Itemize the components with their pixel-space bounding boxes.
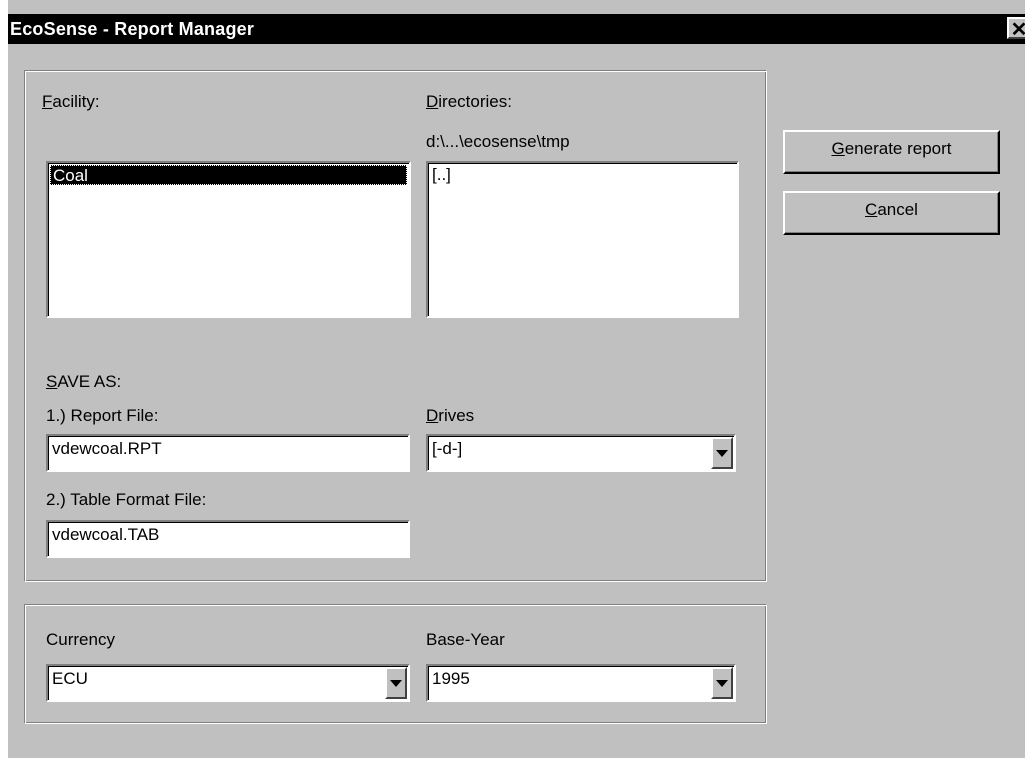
base-year-label: Base-Year [426,630,505,649]
close-button[interactable]: ✕ [1007,17,1025,41]
title-bar[interactable]: EcoSense - Report Manager ✕ [8,14,1025,44]
directories-label: Directories: [426,92,512,111]
chevron-down-icon [716,680,728,687]
currency-combo[interactable]: ECU [46,664,410,702]
facility-list[interactable]: Coal [46,161,411,318]
base-year-value: 1995 [432,669,470,688]
save-as-label: SAVE AS: [46,372,122,391]
directory-path: d:\...\ecosense\tmp [426,132,570,151]
close-icon: ✕ [1010,19,1025,41]
base-year-dropdown-button[interactable] [711,667,733,699]
table-format-file-value: vdewcoal.TAB [52,525,160,544]
drives-label: Drives [426,406,475,425]
cancel-label: Cancel [865,200,918,219]
window-title: EcoSense - Report Manager [10,19,255,39]
chevron-down-icon [716,450,728,457]
drives-value: [-d-] [432,439,463,458]
generate-report-label: Generate report [831,139,952,158]
facility-label: Facility: [42,92,100,111]
report-file-input[interactable]: vdewcoal.RPT [46,434,410,472]
directories-list[interactable]: [..] [426,161,739,318]
base-year-combo[interactable]: 1995 [426,664,736,702]
currency-dropdown-button[interactable] [385,667,407,699]
currency-label: Currency [46,630,115,649]
drives-dropdown-button[interactable] [711,437,733,469]
list-item[interactable]: Coal [50,165,407,185]
currency-value: ECU [52,669,88,688]
chevron-down-icon [390,680,402,687]
table-format-file-label: 2.) Table Format File: [46,490,207,509]
report-file-value: vdewcoal.RPT [52,439,162,458]
table-format-file-input[interactable]: vdewcoal.TAB [46,520,410,558]
drives-combo[interactable]: [-d-] [426,434,736,472]
dialog-window: EcoSense - Report Manager ✕ Facility: Di… [8,0,1025,758]
report-file-label: 1.) Report File: [46,406,159,425]
screen-background: EcoSense - Report Manager ✕ Facility: Di… [0,0,1025,758]
list-item[interactable]: [..] [430,165,451,185]
cancel-button[interactable]: Cancel [783,191,1000,235]
generate-report-button[interactable]: Generate report [783,130,1000,174]
